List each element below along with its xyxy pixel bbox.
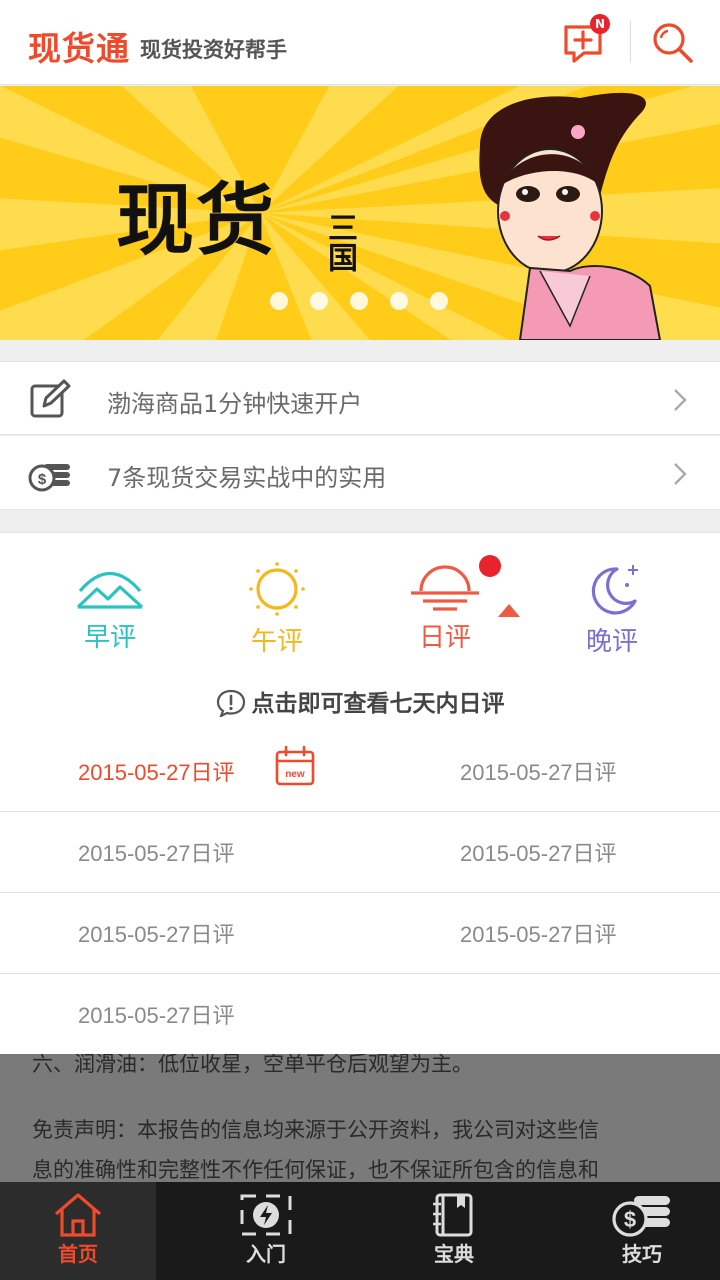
tab-label: 早评 [83, 623, 136, 653]
tab-label: 午评 [250, 627, 303, 657]
moon-icon [591, 565, 638, 615]
lightning-icon [240, 1194, 292, 1236]
book-icon [433, 1193, 473, 1237]
background-article: 六、润滑油：低位收星，空单平仓后观望为主。 免责声明：本报告的信息均来源于公开资… [0, 1054, 720, 1182]
review-date-link[interactable]: 2015-05-27日评 [460, 917, 617, 949]
nav-item-tips[interactable]: $ 技巧 [564, 1182, 720, 1280]
article-line: 免责声明：本报告的信息均来源于公开资料，我公司对这些信 [32, 1118, 599, 1142]
article-line: 息的准确性和完整性不作任何保证，也不保证所包含的信息和 [32, 1158, 599, 1182]
selected-tab-indicator [498, 604, 520, 617]
new-calendar-icon: new [275, 745, 315, 786]
carousel-dot[interactable] [270, 292, 288, 310]
promo-label: 渤海商品1分钟快速开户 [107, 390, 363, 418]
app-brand: 现货通 [28, 29, 130, 68]
review-date-link[interactable]: 2015-05-27日评 [78, 917, 235, 949]
search-icon[interactable] [648, 18, 698, 68]
review-date-link[interactable]: 2015-05-27日评 [78, 998, 235, 1030]
banner-title: 现货 [116, 176, 277, 266]
review-date-link[interactable]: 2015-05-27日评 [460, 755, 617, 787]
promo-item-tips[interactable]: $ 7条现货交易实战中的实用 [0, 436, 720, 510]
notification-badge: N [590, 14, 610, 34]
new-label: new [285, 769, 305, 780]
nav-item-home[interactable]: 首页 [0, 1182, 156, 1280]
svg-text:$: $ [38, 471, 47, 488]
edit-icon [30, 379, 71, 418]
date-row: 2015-05-27日评 2015-05-27日评 [0, 812, 720, 893]
coins-icon: $ [612, 1196, 670, 1237]
chevron-right-icon [674, 389, 687, 411]
sun-icon [249, 562, 305, 616]
sunset-icon [411, 565, 479, 611]
cartoon-girl-illustration [479, 92, 662, 340]
hint-text: 点击即可查看七天内日评 [251, 691, 505, 717]
tab-morning-review[interactable]: 早评 [55, 561, 165, 661]
tab-daily-review[interactable]: 日评 [390, 561, 500, 661]
review-hint: 点击即可查看七天内日评 [0, 684, 720, 719]
promo-banner[interactable]: 现货 三国 [0, 86, 720, 340]
carousel-dot[interactable] [390, 292, 408, 310]
promo-item-account[interactable]: 渤海商品1分钟快速开户 [0, 361, 720, 435]
carousel-dots [270, 292, 470, 312]
header-divider [630, 20, 631, 62]
review-date-link[interactable]: 2015-05-27日评 [78, 755, 235, 787]
chevron-right-icon [674, 463, 687, 485]
nav-label: 入门 [246, 1242, 286, 1266]
promo-label: 7条现货交易实战中的实用 [107, 464, 387, 492]
date-row: 2015-05-27日评 [0, 974, 720, 1055]
carousel-dot[interactable] [310, 292, 328, 310]
app-slogan: 现货投资好帮手 [140, 38, 287, 62]
date-row: 2015-05-27日评 new 2015-05-27日评 [0, 731, 720, 812]
review-date-link[interactable]: 2015-05-27日评 [460, 836, 617, 868]
tab-evening-review[interactable]: 晚评 [557, 561, 667, 661]
coins-icon: $ [28, 464, 70, 492]
banner-subtitle: 三国 [322, 212, 357, 272]
tab-label: 日评 [418, 623, 471, 653]
info-bubble-icon [216, 689, 245, 719]
svg-text:$: $ [624, 1207, 636, 1232]
tab-noon-review[interactable]: 午评 [222, 561, 332, 661]
app-header: 现货通 现货投资好帮手 N [0, 0, 720, 85]
nav-item-intro[interactable]: 入门 [188, 1182, 344, 1280]
review-date-link[interactable]: 2015-05-27日评 [78, 836, 235, 868]
date-row: 2015-05-27日评 2015-05-27日评 [0, 893, 720, 974]
mountain-sunrise-icon [76, 571, 144, 609]
nav-label: 宝典 [434, 1242, 474, 1266]
tab-label: 晚评 [585, 627, 638, 657]
carousel-dot[interactable] [430, 292, 448, 310]
nav-item-guide[interactable]: 宝典 [376, 1182, 532, 1280]
nav-label: 技巧 [622, 1242, 662, 1266]
nav-label: 首页 [58, 1242, 98, 1266]
carousel-dot[interactable] [350, 292, 368, 310]
home-icon [54, 1193, 102, 1237]
article-line: 六、润滑油：低位收星，空单平仓后观望为主。 [32, 1054, 473, 1076]
unread-dot [479, 555, 501, 577]
bottom-nav: 首页 入门 宝典 $ 技巧 [0, 1182, 720, 1280]
